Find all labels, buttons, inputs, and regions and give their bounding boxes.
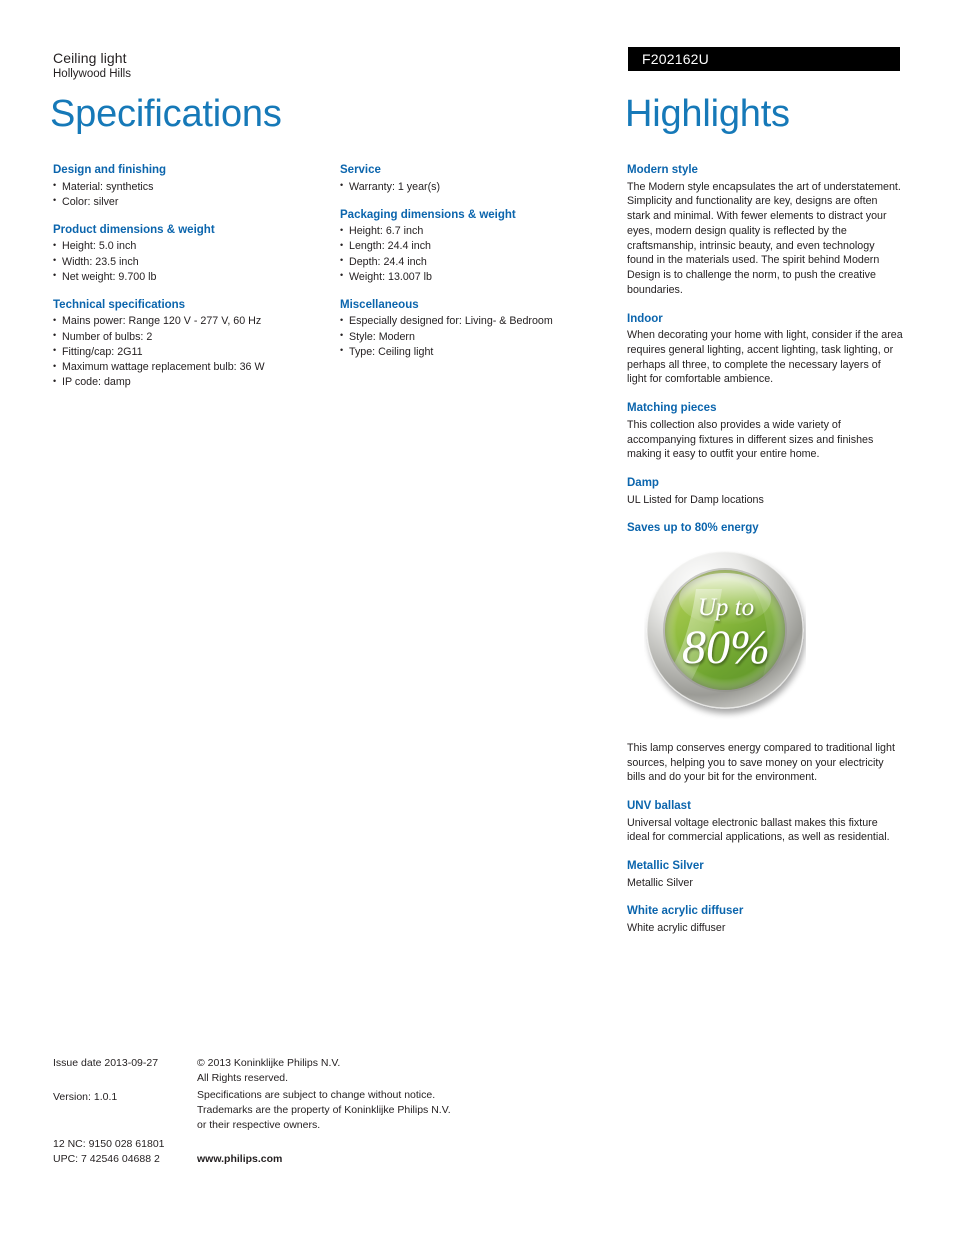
highlight-modern-style: Modern style The Modern style encapsulat… — [627, 163, 903, 298]
spec-item: Number of bulbs: 2 — [53, 329, 323, 345]
spec-item: Height: 6.7 inch — [340, 224, 610, 239]
spec-group-title: Technical specifications — [53, 298, 186, 311]
highlight-body: Universal voltage electronic ballast mak… — [627, 816, 890, 844]
highlight-title: Matching pieces — [627, 402, 717, 415]
website-link[interactable]: www.philips.com — [197, 1152, 282, 1167]
legal-line: or their respective owners. — [197, 1119, 321, 1132]
highlight-body: Metallic Silver — [627, 876, 693, 889]
legal-line: Trademarks are the property of Koninklij… — [197, 1104, 451, 1117]
spec-group-miscellaneous: Miscellaneous Especially designed for: L… — [340, 298, 610, 360]
product-code-banner: F202162U — [628, 47, 900, 71]
spec-item: Mains power: Range 120 V - 277 V, 60 Hz — [53, 314, 323, 329]
specifications-column-1: Design and finishing Material: synthetic… — [53, 163, 323, 390]
spec-item: Warranty: 1 year(s) — [340, 179, 610, 195]
spec-group-title: Miscellaneous — [340, 298, 419, 311]
spec-list: Height: 6.7 inch Length: 24.4 inch Depth… — [340, 224, 610, 285]
spec-list: Especially designed for: Living- & Bedro… — [340, 314, 610, 360]
highlights-title: Highlights — [625, 93, 790, 135]
spec-item: Length: 24.4 inch — [340, 239, 610, 254]
highlight-body: The Modern style encapsulates the art of… — [627, 180, 901, 296]
spec-list: Height: 5.0 inch Width: 23.5 inch Net we… — [53, 239, 323, 285]
highlight-body: When decorating your home with light, co… — [627, 329, 903, 386]
highlight-title: Saves up to 80% energy — [627, 522, 759, 535]
spec-group-service: Service Warranty: 1 year(s) — [340, 163, 610, 195]
spec-item: Fitting/cap: 2G11 — [53, 344, 323, 360]
product-type-label: Ceiling light — [53, 50, 127, 66]
badge-percent-text: 80% — [682, 621, 770, 674]
specifications-title: Specifications — [50, 93, 282, 135]
badge-up-to-text: Up to — [698, 594, 754, 621]
highlight-title: Metallic Silver — [627, 860, 704, 873]
spec-item: Type: Ceiling light — [340, 344, 610, 360]
spec-group-technical-specifications: Technical specifications Mains power: Ra… — [53, 298, 323, 390]
highlight-title: UNV ballast — [627, 800, 691, 813]
highlight-unv-ballast: UNV ballast Universal voltage electronic… — [627, 799, 903, 845]
spec-item: Maximum wattage replacement bulb: 36 W — [53, 360, 323, 375]
copyright-line: © 2013 Koninklijke Philips N.V. — [197, 1057, 341, 1069]
spec-item: Style: Modern — [340, 329, 610, 345]
highlight-title: Damp — [627, 477, 659, 490]
spec-item: Weight: 13.007 lb — [340, 269, 610, 285]
spec-item: Material: synthetics — [53, 179, 323, 195]
copyright-block: © 2013 Koninklijke Philips N.V. All Righ… — [197, 1056, 340, 1086]
version-text: Version: 1.0.1 — [53, 1091, 118, 1103]
product-name-label: Hollywood Hills — [53, 68, 131, 80]
highlight-title: White acrylic diffuser — [627, 905, 744, 918]
energy-badge-container: Up to 80% — [627, 549, 903, 727]
highlight-body: White acrylic diffuser — [627, 921, 726, 934]
spec-group-design-and-finishing: Design and finishing Material: synthetic… — [53, 163, 323, 210]
highlight-body: This lamp conserves energy compared to t… — [627, 741, 895, 784]
highlight-indoor: Indoor When decorating your home with li… — [627, 312, 903, 388]
spec-group-title: Packaging dimensions & weight — [340, 208, 516, 221]
spec-item: Depth: 24.4 inch — [340, 254, 610, 270]
highlight-body: This collection also provides a wide var… — [627, 418, 874, 461]
legal-disclaimer-block: Specifications are subject to change wit… — [197, 1088, 451, 1134]
highlight-title: Modern style — [627, 164, 698, 176]
highlight-metallic-silver: Metallic Silver Metallic Silver — [627, 859, 903, 890]
rights-reserved-line: All Rights reserved. — [197, 1072, 289, 1085]
spec-item: Color: silver — [53, 194, 323, 210]
highlights-column: Modern style The Modern style encapsulat… — [627, 163, 903, 950]
spec-group-title: Product dimensions & weight — [53, 223, 215, 236]
highlight-body: UL Listed for Damp locations — [627, 493, 764, 506]
spec-item: IP code: damp — [53, 375, 323, 390]
spec-list: Material: synthetics Color: silver — [53, 179, 323, 210]
specifications-column-2: Service Warranty: 1 year(s) Packaging di… — [340, 163, 610, 360]
nc-code-text: 12 NC: 9150 028 61801 — [53, 1138, 165, 1150]
up-to-80-percent-energy-badge: Up to 80% — [646, 551, 804, 709]
highlight-damp: Damp UL Listed for Damp locations — [627, 476, 903, 507]
highlight-title: Indoor — [627, 312, 663, 325]
product-code-text: F202162U — [642, 51, 709, 67]
document-page: Ceiling light Hollywood Hills F202162U S… — [0, 0, 954, 1235]
highlight-white-acrylic-diffuser: White acrylic diffuser White acrylic dif… — [627, 904, 903, 935]
spec-group-title: Service — [340, 164, 381, 176]
spec-item: Width: 23.5 inch — [53, 254, 323, 270]
issue-date-text: Issue date 2013-09-27 — [53, 1057, 159, 1069]
highlight-saves-energy: Saves up to 80% energy Up to 80% This la… — [627, 521, 903, 785]
spec-group-packaging-dimensions-weight: Packaging dimensions & weight Height: 6.… — [340, 208, 610, 285]
spec-item: Especially designed for: Living- & Bedro… — [340, 314, 610, 329]
spec-list: Warranty: 1 year(s) — [340, 179, 610, 195]
product-codes-block: 12 NC: 9150 028 61801 UPC: 7 42546 04688… — [53, 1137, 165, 1167]
legal-line: Specifications are subject to change wit… — [197, 1089, 436, 1101]
highlight-matching-pieces: Matching pieces This collection also pro… — [627, 401, 903, 462]
spec-item: Net weight: 9.700 lb — [53, 269, 323, 285]
spec-group-product-dimensions-weight: Product dimensions & weight Height: 5.0 … — [53, 223, 323, 285]
upc-code-text: UPC: 7 42546 04688 2 — [53, 1153, 160, 1166]
spec-group-title: Design and finishing — [53, 164, 167, 176]
spec-item: Height: 5.0 inch — [53, 239, 323, 254]
spec-list: Mains power: Range 120 V - 277 V, 60 Hz … — [53, 314, 323, 390]
